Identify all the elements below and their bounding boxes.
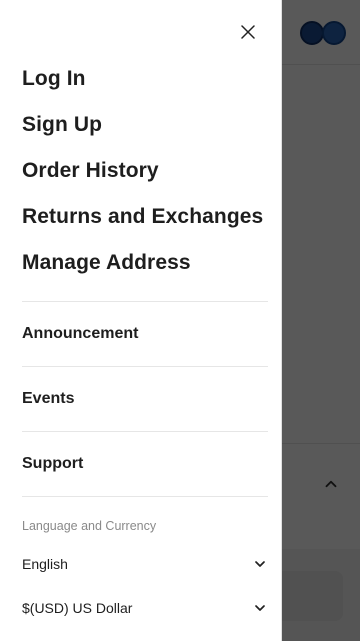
divider xyxy=(22,496,268,497)
nav-drawer: Log In Sign Up Order History Returns and… xyxy=(0,0,282,641)
language-value: English xyxy=(22,556,68,572)
nav-returns-exchanges[interactable]: Returns and Exchanges xyxy=(22,194,268,240)
currency-value: $(USD) US Dollar xyxy=(22,600,133,616)
nav-support[interactable]: Support xyxy=(22,432,268,496)
nav-sign-up[interactable]: Sign Up xyxy=(22,102,268,148)
nav-events[interactable]: Events xyxy=(22,367,268,431)
close-icon xyxy=(241,25,255,39)
close-button[interactable] xyxy=(238,22,258,42)
nav-order-history[interactable]: Order History xyxy=(22,148,268,194)
nav-log-in[interactable]: Log In xyxy=(22,56,268,102)
language-currency-label: Language and Currency xyxy=(22,519,157,533)
nav-manage-address[interactable]: Manage Address xyxy=(22,240,268,286)
main-nav: Log In Sign Up Order History Returns and… xyxy=(22,56,268,286)
nav-announcement[interactable]: Announcement xyxy=(22,302,268,366)
chevron-down-icon xyxy=(255,605,265,611)
language-select[interactable]: English xyxy=(22,548,268,580)
currency-select[interactable]: $(USD) US Dollar xyxy=(22,592,268,624)
chevron-down-icon xyxy=(255,561,265,567)
